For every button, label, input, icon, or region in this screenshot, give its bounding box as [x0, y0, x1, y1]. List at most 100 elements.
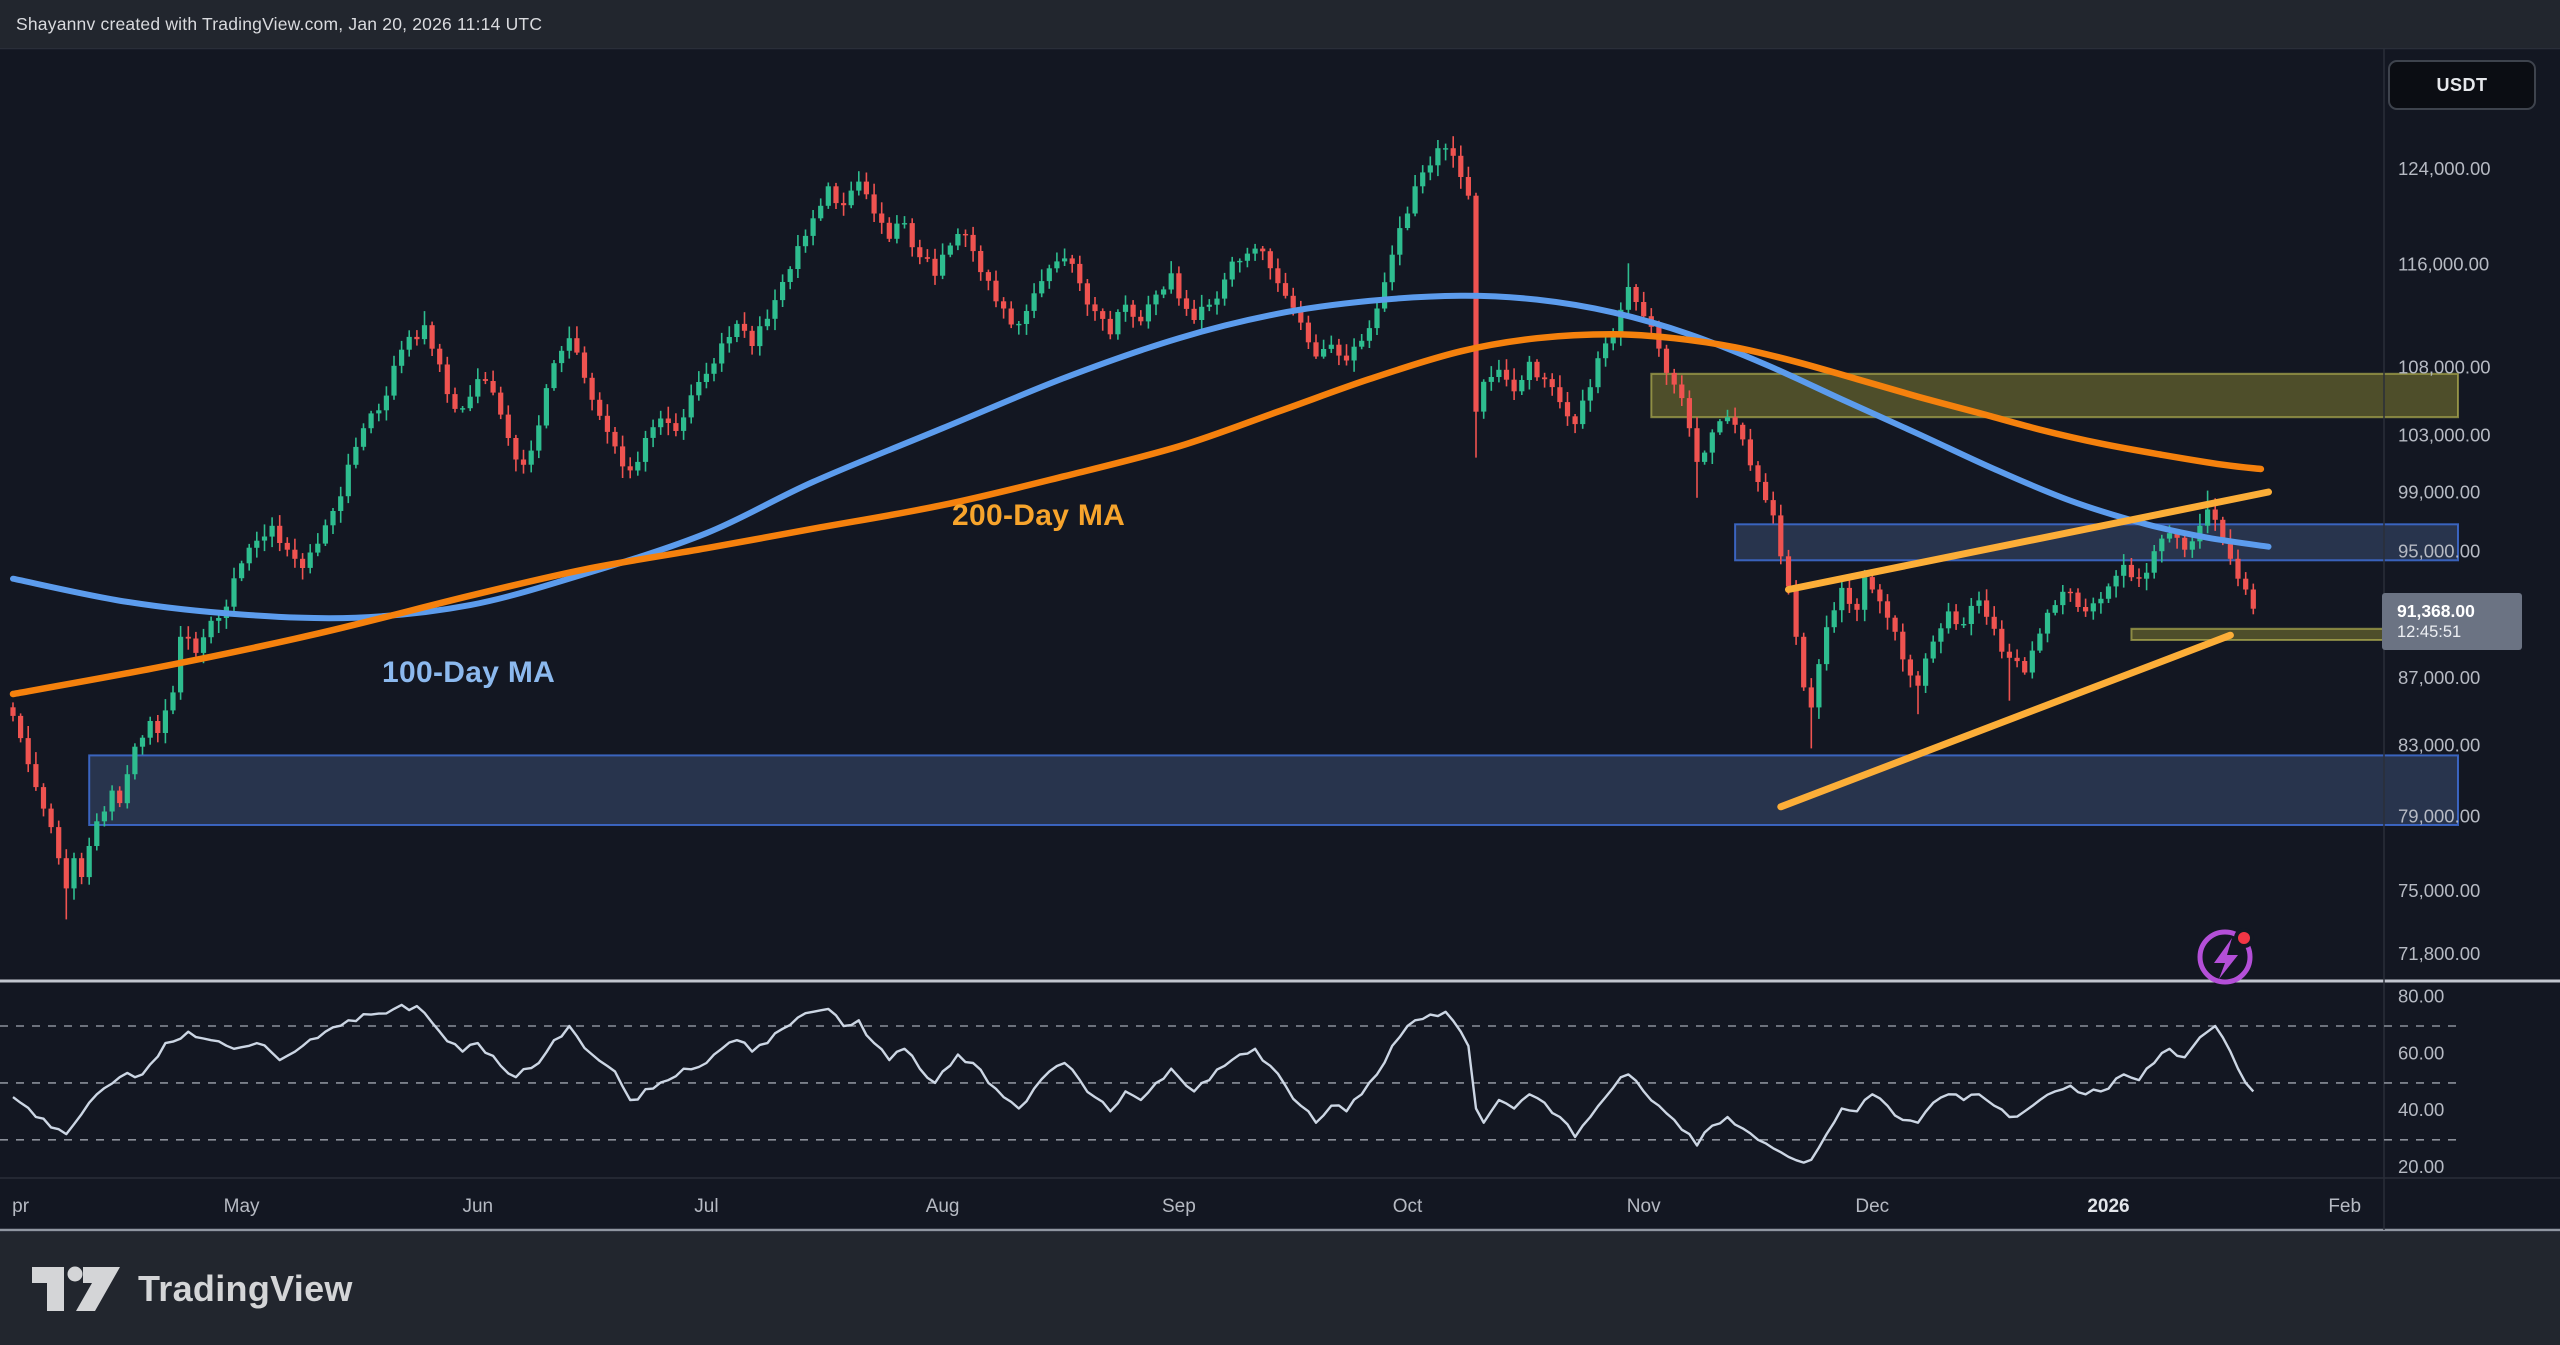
time-axis-label-Dec[interactable]: Dec [1855, 1196, 1889, 1217]
price-axis-label[interactable]: 95,000.00 [2398, 541, 2480, 562]
candle-body [1504, 370, 1509, 380]
candle-body [1877, 590, 1882, 602]
candle-body [491, 381, 496, 393]
candle-body [1778, 515, 1783, 556]
rsi-axis-label[interactable]: 60.00 [2398, 1042, 2444, 1063]
candle-body [772, 300, 777, 319]
flash-bolt-icon [2214, 938, 2238, 979]
time-axis-label-Jun[interactable]: Jun [462, 1196, 493, 1217]
candle-body [1214, 299, 1219, 305]
candle-body [955, 234, 960, 246]
candle-body [1740, 425, 1745, 440]
candle-body [1138, 317, 1143, 322]
price-axis-label[interactable]: 71,800.00 [2398, 943, 2480, 964]
candle-body [1679, 385, 1684, 399]
ma200-label: 200-Day MA [952, 499, 1125, 533]
candle-body [1374, 309, 1379, 329]
candle-body [1397, 228, 1402, 255]
time-axis-label-Jul[interactable]: Jul [694, 1196, 718, 1217]
time-axis-label-May[interactable]: May [224, 1196, 260, 1217]
candle-body [468, 397, 473, 409]
candle-body [33, 764, 38, 787]
price-axis-label[interactable]: 103,000.00 [2398, 424, 2491, 445]
time-axis-label-2026[interactable]: 2026 [2087, 1196, 2129, 1217]
candle-body [2152, 551, 2157, 573]
candle-body [163, 710, 168, 733]
candle-body [384, 396, 389, 411]
candle-body [1062, 258, 1067, 261]
candle-body [1336, 345, 1341, 356]
candle-body [1961, 624, 1966, 625]
candle-body [483, 379, 488, 381]
candle-body [2083, 607, 2088, 611]
rsi-axis-label[interactable]: 80.00 [2398, 985, 2444, 1006]
candle-body [10, 707, 15, 716]
candle-body [2015, 658, 2020, 661]
candle-body [18, 716, 23, 738]
candle-body [300, 559, 305, 568]
candle-body [2060, 592, 2065, 605]
candle-body [79, 858, 84, 877]
price-axis-label[interactable]: 87,000.00 [2398, 667, 2480, 688]
candle-body [1603, 343, 1608, 358]
price-axis-label[interactable]: 99,000.00 [2398, 481, 2480, 502]
candle-body [1893, 618, 1898, 632]
time-axis-label-Aug[interactable]: Aug [926, 1196, 960, 1217]
time-axis-label-Feb[interactable]: Feb [2328, 1196, 2361, 1217]
time-axis-label-Oct[interactable]: Oct [1393, 1196, 1423, 1217]
candle-body [1489, 377, 1494, 382]
price-axis-label[interactable]: 108,000.00 [2398, 356, 2491, 377]
candle-body [1123, 305, 1128, 312]
last-price-badge[interactable]: 91,368.00 12:45:51 [2382, 593, 2522, 650]
tradingview-logo-icon [30, 1265, 122, 1313]
candle-body [117, 791, 122, 804]
time-axis-label-pr[interactable]: pr [12, 1196, 30, 1217]
candle-body [1733, 417, 1738, 425]
candle-body [1870, 577, 1875, 589]
candle-body [1016, 324, 1021, 325]
price-axis-label[interactable]: 79,000.00 [2398, 806, 2480, 827]
candle-body [422, 325, 427, 339]
candle-body [2144, 573, 2149, 579]
time-axis-label-Nov[interactable]: Nov [1627, 1196, 1661, 1217]
candle-body [1001, 301, 1006, 308]
candle-body [1702, 453, 1707, 462]
candle-body [2075, 593, 2080, 607]
rsi-line [13, 1005, 2253, 1163]
candle-body [750, 331, 755, 346]
candle-body [1573, 416, 1578, 424]
price-axis-label[interactable]: 83,000.00 [2398, 735, 2480, 756]
candle-body [452, 394, 457, 409]
candle-body [2159, 539, 2164, 552]
rsi-axis-label[interactable]: 20.00 [2398, 1156, 2444, 1177]
candle-body [1794, 586, 1799, 636]
time-axis-label-Sep[interactable]: Sep [1162, 1196, 1196, 1217]
candle-body [666, 419, 671, 424]
candle-body [201, 637, 206, 653]
tradingview-snapshot: { "header": {"title": "Shayannv created … [0, 0, 2560, 1345]
candle-body [361, 428, 366, 447]
candle-body [148, 721, 153, 738]
candle-body [1938, 628, 1943, 641]
candle-body [506, 415, 511, 438]
price-axis-label[interactable]: 124,000.00 [2398, 158, 2491, 179]
candle-body [582, 353, 587, 378]
price-axis-label[interactable]: 75,000.00 [2398, 880, 2480, 901]
rsi-axis-label[interactable]: 40.00 [2398, 1099, 2444, 1120]
candle-body [1054, 261, 1059, 268]
candle-body [315, 544, 320, 553]
candle-body [1283, 283, 1288, 296]
candle-body [521, 460, 526, 465]
candle-body [277, 526, 282, 543]
candle-body [1748, 439, 1753, 465]
candle-body [590, 378, 595, 400]
candle-body [1763, 482, 1768, 500]
candle-body [1832, 610, 1837, 627]
footer-bar: TradingView [0, 1232, 2560, 1345]
candle-body [1634, 287, 1639, 302]
candle-body [1260, 249, 1265, 252]
candle-body [1352, 347, 1357, 361]
candle-body [475, 379, 480, 397]
price-axis-label[interactable]: 116,000.00 [2398, 254, 2489, 275]
candle-body [1496, 370, 1501, 377]
